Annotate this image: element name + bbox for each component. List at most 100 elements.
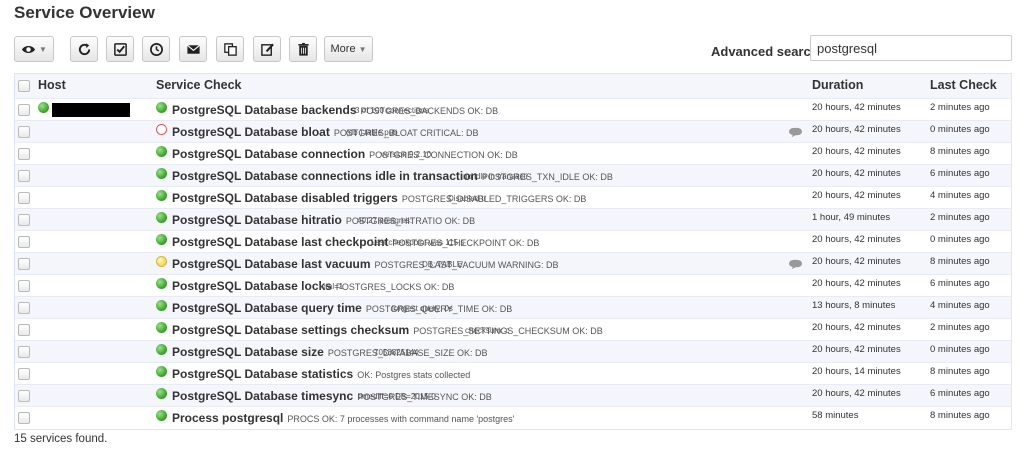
service-check: PostgreSQL Database disabled triggers POS… (172, 191, 586, 205)
table-row[interactable]: PostgreSQL Database timesync POSTGRES_TIM… (15, 385, 1011, 407)
duration-value: 13 hours, 8 minutes (812, 300, 896, 311)
row-checkbox[interactable] (18, 148, 30, 160)
row-checkbox[interactable] (18, 126, 30, 138)
row-checkbox[interactable] (18, 324, 30, 336)
row-checkbox[interactable] (18, 302, 30, 314)
table-row[interactable]: Process postgresql PROCS OK: 7 processes … (15, 407, 1011, 429)
status-ok-icon (156, 410, 167, 421)
table-body: PostgreSQL Database backends POSTGRES_BAC… (15, 99, 1011, 429)
table-row[interactable]: PostgreSQL Database size POSTGRES_DATABAS… (15, 341, 1011, 363)
row-checkbox[interactable] (18, 280, 30, 292)
table-header: Host Service Check Duration Last Check (15, 74, 1011, 99)
acknowledge-button[interactable] (106, 36, 134, 62)
service-name-link[interactable]: PostgreSQL Database timesync (172, 389, 353, 403)
column-header-duration[interactable]: Duration (812, 78, 863, 92)
row-checkbox[interactable] (18, 346, 30, 358)
service-output-detail: (db ) table pub (346, 128, 398, 137)
page-title: Service Overview (14, 3, 155, 22)
service-name-link[interactable]: PostgreSQL Database size (172, 345, 324, 359)
envelope-icon (186, 44, 200, 54)
trash-icon (297, 42, 309, 56)
table-row[interactable]: PostgreSQL Database hitratio POSTGRES_HIT… (15, 209, 1011, 231)
status-ok-icon (156, 234, 167, 245)
table-row[interactable]: PostgreSQL Database connections idle in … (15, 165, 1011, 187)
service-output-detail: 7053825144 (374, 348, 419, 357)
duration-value: 20 hours, 14 minutes (812, 366, 901, 377)
duration-value: 20 hours, 42 minutes (812, 190, 901, 201)
duration-value: 20 hours, 42 minutes (812, 322, 901, 333)
table-row[interactable]: PostgreSQL Database disabled triggers POS… (15, 187, 1011, 209)
service-output-detail: 3 of 100 connections (355, 106, 429, 115)
service-check: PostgreSQL Database settings checksum POS… (172, 323, 603, 337)
service-state-text: PROCS OK: 7 processes with command name … (287, 414, 515, 424)
service-name-link[interactable]: PostgreSQL Database backends (172, 103, 357, 117)
table-row[interactable]: PostgreSQL Database connection POSTGRES_C… (15, 143, 1011, 165)
duration-value: 20 hours, 42 minutes (812, 388, 901, 399)
column-header-service[interactable]: Service Check (156, 78, 241, 92)
view-dropdown-button[interactable]: ▼ (14, 36, 54, 62)
refresh-icon (78, 42, 90, 55)
service-output-detail: 40.27 postgres: (357, 216, 413, 225)
row-checkbox[interactable] (18, 258, 30, 270)
search-input[interactable] (810, 35, 1012, 61)
table-row[interactable]: PostgreSQL Database locks POSTGRES_LOCKS … (15, 275, 1011, 297)
table-row[interactable]: PostgreSQL Database last checkpoint POSTG… (15, 231, 1011, 253)
select-all-checkbox[interactable] (18, 80, 30, 92)
comment-icon[interactable] (788, 259, 803, 270)
service-check: Process postgresql PROCS OK: 7 processes … (172, 411, 514, 425)
table-row[interactable]: PostgreSQL Database statistics OK: Postgr… (15, 363, 1011, 385)
downtime-button[interactable] (142, 36, 170, 62)
row-checkbox[interactable] (18, 170, 30, 182)
clone-button[interactable] (216, 36, 244, 62)
service-name-link[interactable]: PostgreSQL Database bloat (172, 125, 330, 139)
duration-value: 20 hours, 42 minutes (812, 256, 901, 267)
service-name-link[interactable]: PostgreSQL Database disabled triggers (172, 191, 398, 205)
table-row[interactable]: PostgreSQL Database query time POSTGRES_Q… (15, 297, 1011, 319)
row-checkbox[interactable] (18, 236, 30, 248)
column-header-host[interactable]: Host (38, 78, 66, 92)
more-dropdown-button[interactable]: More ▼ (324, 36, 373, 62)
services-count: 15 services found. (14, 433, 108, 445)
last-check-value: 0 minutes ago (930, 234, 990, 245)
row-checkbox[interactable] (18, 368, 30, 380)
service-check: PostgreSQL Database bloat POSTGRES_BLOAT … (172, 125, 479, 139)
status-warn-icon (156, 256, 167, 267)
row-checkbox[interactable] (18, 214, 30, 226)
service-name-link[interactable]: PostgreSQL Database statistics (172, 367, 353, 381)
column-header-last-check[interactable]: Last Check (930, 78, 997, 92)
service-output-detail: Last checkpoint was 115 s (371, 238, 465, 247)
comment-icon[interactable] (788, 127, 803, 138)
row-checkbox[interactable] (18, 412, 30, 424)
check-icon (113, 42, 127, 56)
service-name-link[interactable]: PostgreSQL Database connections idle in … (172, 169, 478, 183)
service-name-link[interactable]: PostgreSQL Database connection (172, 147, 365, 161)
row-checkbox[interactable] (18, 192, 30, 204)
edit-button[interactable] (253, 36, 281, 62)
service-name-link[interactable]: PostgreSQL Database last vacuum (172, 257, 371, 271)
service-check: PostgreSQL Database connections idle in … (172, 169, 613, 183)
duration-value: 20 hours, 42 minutes (812, 234, 901, 245)
status-ok-icon (156, 168, 167, 179)
host-name-redacted[interactable] (52, 103, 130, 117)
service-name-link[interactable]: PostgreSQL Database last checkpoint (172, 235, 389, 249)
row-checkbox[interactable] (18, 104, 30, 116)
service-name-link[interactable]: PostgreSQL Database hitratio (172, 213, 342, 227)
row-checkbox[interactable] (18, 390, 30, 402)
notification-button[interactable] (179, 36, 207, 62)
status-ok-icon (156, 300, 167, 311)
service-name-link[interactable]: PostgreSQL Database settings checksum (172, 323, 409, 337)
service-name-link[interactable]: PostgreSQL Database query time (172, 301, 362, 315)
service-name-link[interactable]: Process postgresql (172, 411, 283, 425)
table-row[interactable]: PostgreSQL Database last vacuum POSTGRES_… (15, 253, 1011, 275)
last-check-value: 4 minutes ago (930, 300, 990, 311)
last-check-value: 4 minutes ago (930, 190, 990, 201)
clock-icon (149, 42, 163, 56)
table-row[interactable]: PostgreSQL Database backends POSTGRES_BAC… (15, 99, 1011, 121)
delete-button[interactable] (289, 36, 317, 62)
status-ok-icon (156, 212, 167, 223)
table-row[interactable]: PostgreSQL Database settings checksum POS… (15, 319, 1011, 341)
table-row[interactable]: PostgreSQL Database bloat POSTGRES_BLOAT … (15, 121, 1011, 143)
reschedule-button[interactable] (70, 36, 98, 62)
duration-value: 20 hours, 42 minutes (812, 344, 901, 355)
service-name-link[interactable]: PostgreSQL Database locks (172, 279, 332, 293)
